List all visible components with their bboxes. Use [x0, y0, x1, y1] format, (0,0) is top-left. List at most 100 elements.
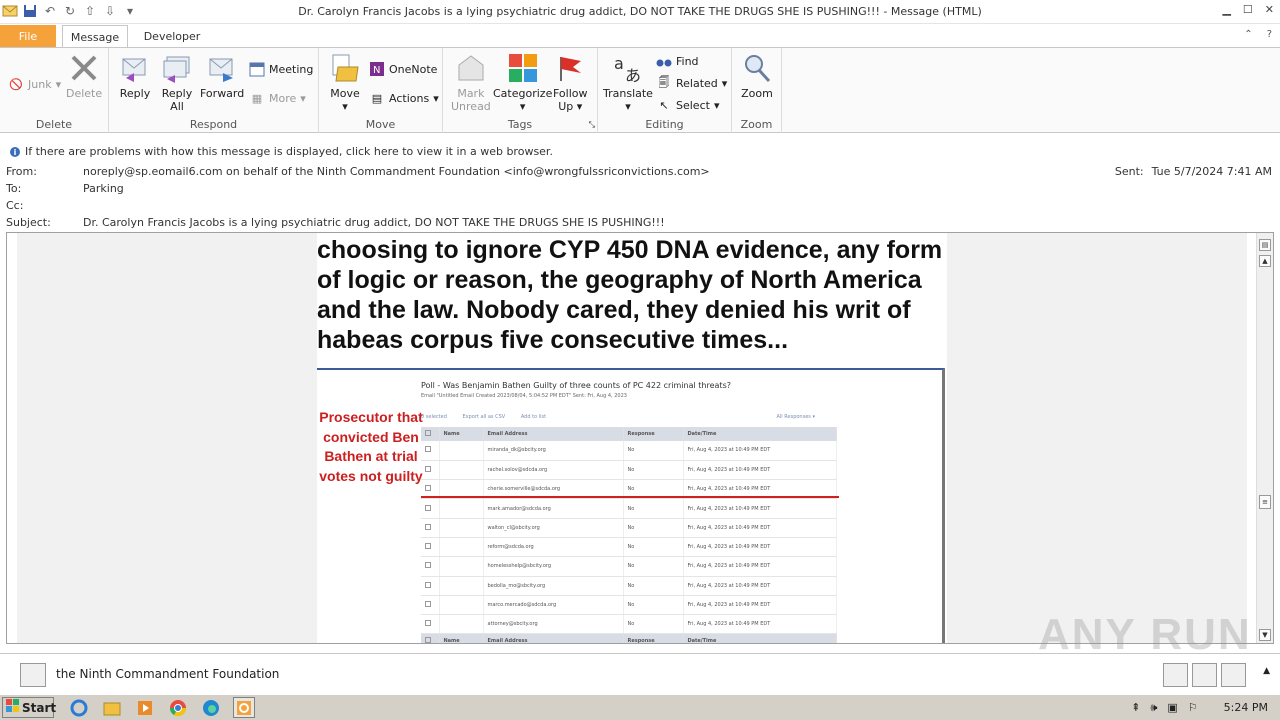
clock[interactable]: 5:24 PM: [1224, 701, 1268, 714]
svg-text:N: N: [373, 65, 380, 76]
ribbon: 🚫 Junk ▾ Delete Delete Reply Reply All Fo…: [0, 47, 1280, 133]
speaker-icon[interactable]: 🕪: [1150, 701, 1157, 715]
reply-all-icon: [161, 52, 193, 84]
move-button[interactable]: Move ▾: [329, 52, 361, 113]
date-cell: Fri, Aug 4, 2023 at 10:49 PM EDT: [683, 441, 837, 461]
poll-table: Name Email Address Response Date/Time mi…: [421, 427, 837, 643]
minimize-icon[interactable]: ▁: [1222, 3, 1230, 16]
categorize-button[interactable]: Categorize ▾: [493, 52, 552, 113]
name-cell: [439, 576, 484, 596]
ribbon-controls: ⌃ ?: [1244, 29, 1272, 40]
onenote-button[interactable]: N OneNote: [369, 60, 437, 78]
email-cell: walton_cl@sbcity.org: [483, 518, 624, 538]
ie-icon[interactable]: [68, 697, 90, 718]
email-content: choosing to ignore CYP 450 DNA evidence,…: [317, 233, 947, 643]
response-cell: No: [623, 518, 684, 538]
to-value[interactable]: Parking: [83, 182, 124, 195]
media-player-icon[interactable]: [134, 697, 156, 718]
follow-up-button[interactable]: Follow Up ▾: [553, 52, 588, 113]
tags-group: Mark Unread Categorize ▾ Follow Up ▾ ⤡ T…: [443, 48, 598, 133]
move-folder-icon: [329, 52, 361, 84]
table-row: rachel.solov@sdcda.org No Fri, Aug 4, 2023…: [421, 460, 837, 481]
scroll-up-arrow[interactable]: ▲: [1259, 255, 1271, 267]
poll-toolbar: 0 selected Export all as CSV Add to list…: [421, 414, 815, 420]
date-cell: Fri, Aug 4, 2023 at 10:49 PM EDT: [683, 576, 837, 596]
poll-header-row: Name Email Address Response Date/Time: [421, 427, 837, 441]
table-row: reform@sdcda.org No Fri, Aug 4, 2023 at 10…: [421, 537, 837, 558]
outlook-icon[interactable]: [233, 697, 255, 718]
row-checkbox: [425, 446, 431, 453]
related-button[interactable]: 🗐 Related ▾: [656, 74, 728, 92]
more-button[interactable]: ▦ More ▾: [249, 89, 306, 107]
delete-x-icon: [68, 52, 100, 84]
row-checkbox: [425, 465, 431, 472]
vertical-scrollbar[interactable]: ▤ ▲ ≡ ▼: [1256, 233, 1273, 643]
move-group: Move ▾ N OneNote ▤ Actions ▾ Move: [319, 48, 443, 133]
contact-avatar[interactable]: [1163, 663, 1188, 687]
chrome-icon[interactable]: [167, 697, 189, 718]
poll-screenshot-image: Poll - Was Benjamin Bathen Guilty of thr…: [317, 368, 945, 643]
select-all-checkbox: [425, 430, 431, 436]
scroll-thumb[interactable]: ≡: [1259, 495, 1271, 509]
response-cell: No: [623, 460, 684, 481]
network-icon[interactable]: ▣: [1167, 701, 1177, 714]
mark-unread-button[interactable]: Mark Unread: [451, 52, 491, 113]
people-pane-name[interactable]: the Ninth Commandment Foundation: [56, 667, 279, 681]
actions-button[interactable]: ▤ Actions ▾: [369, 89, 439, 107]
tab-file[interactable]: File: [0, 25, 56, 47]
start-button[interactable]: Start: [2, 697, 56, 718]
date-cell: Fri, Aug 4, 2023 at 10:49 PM EDT: [683, 460, 837, 481]
reply-all-button[interactable]: Reply All: [161, 52, 193, 113]
poll-title: Poll - Was Benjamin Bathen Guilty of thr…: [421, 381, 731, 390]
footer-checkbox: [425, 637, 431, 643]
email-cell: bedolla_mo@sbcity.org: [483, 576, 624, 596]
reply-button[interactable]: Reply: [119, 52, 151, 100]
info-bar[interactable]: i If there are problems with how this me…: [0, 144, 1280, 160]
taskbar-apps: [68, 697, 255, 718]
delete-button[interactable]: Delete: [66, 52, 102, 100]
folder-icon[interactable]: [101, 697, 123, 718]
body-headline: choosing to ignore CYP 450 DNA evidence,…: [317, 236, 943, 354]
email-cell: rachel.solov@sdcda.org: [483, 460, 624, 481]
help-icon[interactable]: ?: [1267, 29, 1272, 40]
binoculars-icon: [656, 53, 672, 69]
maximize-icon[interactable]: ☐: [1243, 3, 1253, 16]
message-body: choosing to ignore CYP 450 DNA evidence,…: [6, 232, 1274, 644]
date-cell: Fri, Aug 4, 2023 at 10:49 PM EDT: [683, 498, 837, 519]
svg-text:a: a: [614, 54, 624, 73]
edge-icon[interactable]: [200, 697, 222, 718]
tab-message[interactable]: Message: [62, 25, 128, 48]
zoom-button[interactable]: Zoom: [741, 52, 773, 100]
collapse-ribbon-icon[interactable]: ⌃: [1244, 29, 1252, 40]
forward-button[interactable]: Forward: [200, 52, 244, 100]
meeting-button[interactable]: Meeting: [249, 60, 313, 78]
close-icon[interactable]: ✕: [1265, 3, 1274, 16]
window-controls: ▁ ☐ ✕: [1222, 3, 1274, 16]
red-underline: [421, 496, 839, 498]
find-button[interactable]: Find: [656, 52, 699, 70]
avatar[interactable]: [20, 663, 46, 687]
junk-icon: 🚫: [9, 77, 23, 91]
email-cell: attorney@sbcity.org: [483, 614, 624, 635]
subject-value: Dr. Carolyn Francis Jacobs is a lying ps…: [83, 216, 665, 229]
expand-people-pane-icon[interactable]: ▲: [1263, 666, 1270, 676]
from-value[interactable]: noreply@sp.eomail6.com on behalf of the …: [83, 165, 710, 178]
contact-avatar[interactable]: [1192, 663, 1217, 687]
envelope-open-icon: [455, 52, 487, 84]
select-button[interactable]: ↖ Select ▾: [656, 96, 719, 114]
action-center-icon[interactable]: ⚐: [1188, 701, 1198, 714]
svg-text:あ: あ: [625, 66, 641, 83]
zoom-group: Zoom Zoom: [732, 48, 782, 133]
name-cell: [439, 595, 484, 616]
table-row: attorney@sbcity.org No Fri, Aug 4, 2023 at…: [421, 614, 837, 635]
contact-avatar[interactable]: [1221, 663, 1246, 687]
calendar-icon: [249, 61, 265, 77]
scroll-down-arrow[interactable]: ▼: [1259, 629, 1271, 641]
page-icon[interactable]: ▤: [1259, 239, 1271, 251]
flag-icon: [554, 52, 586, 84]
junk-button[interactable]: 🚫 Junk ▾: [8, 75, 61, 93]
tab-developer[interactable]: Developer: [138, 25, 206, 48]
tray-arrow-icon[interactable]: ⇞: [1131, 701, 1140, 714]
cursor-icon: ↖: [659, 98, 669, 112]
translate-button[interactable]: aあ Translate ▾: [603, 52, 653, 113]
